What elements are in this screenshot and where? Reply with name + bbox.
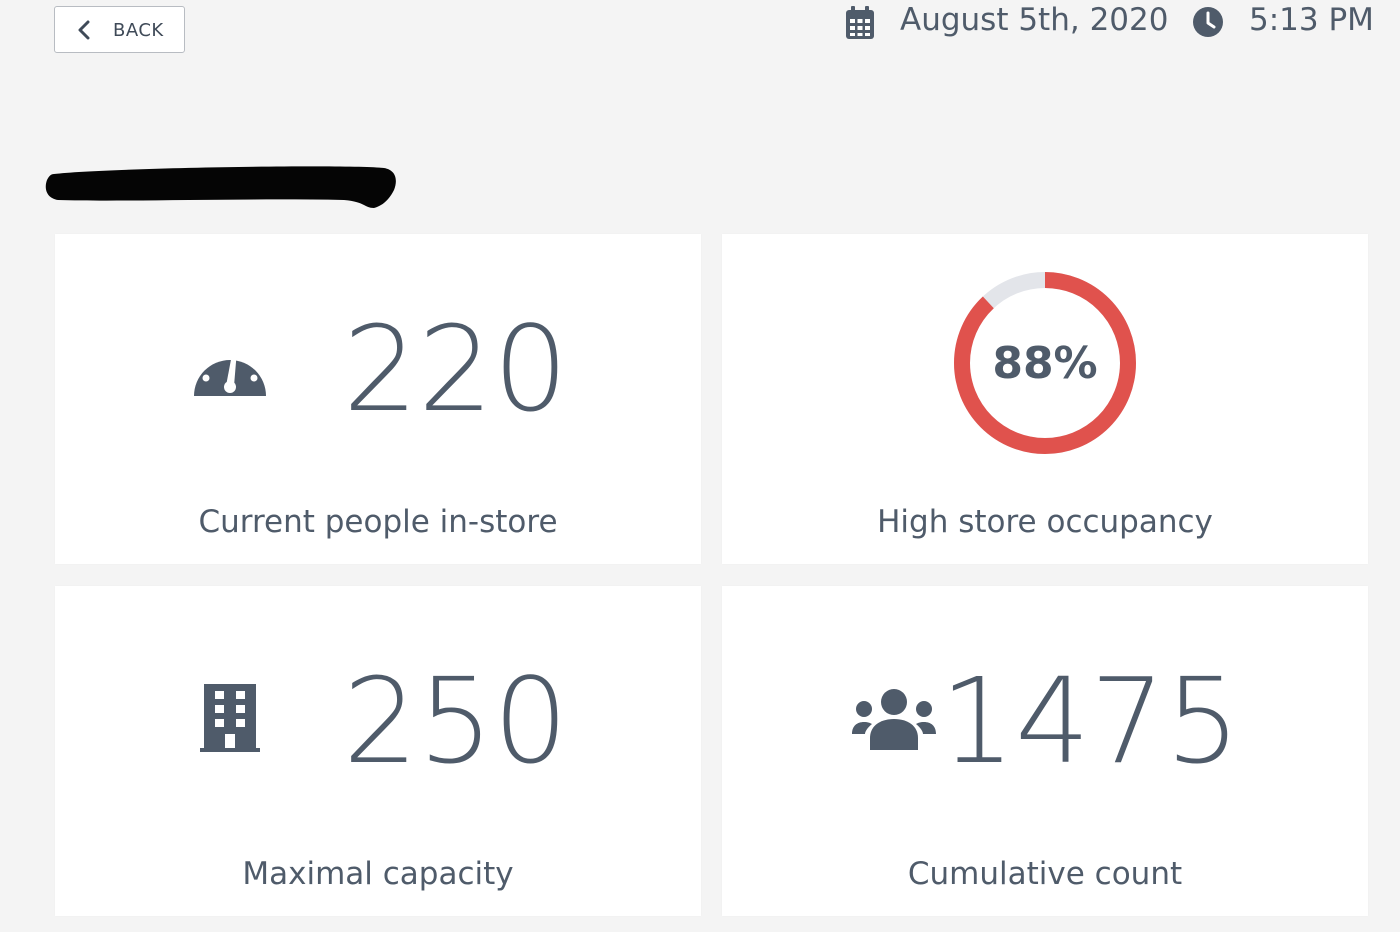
occupancy-card: 88% High store occupancy [722, 234, 1368, 564]
cumulative-value: 1475 [940, 652, 1241, 790]
calendar-icon [846, 6, 874, 39]
max-capacity-label: Maximal capacity [242, 856, 514, 892]
occupancy-percent: 88% [992, 338, 1098, 389]
redacted-store-name [45, 166, 396, 208]
speedometer-icon [194, 346, 266, 396]
current-date: August 5th, 2020 [900, 2, 1169, 38]
users-icon [852, 689, 936, 750]
max-capacity-card: 250 Maximal capacity [55, 586, 701, 916]
current-time: 5:13 PM [1249, 2, 1374, 38]
occupancy-label: High store occupancy [877, 504, 1213, 540]
cumulative-card: 1475 Cumulative count [722, 586, 1368, 916]
building-icon [200, 684, 260, 752]
cumulative-label: Cumulative count [907, 856, 1183, 892]
back-button-label: BACK [113, 20, 164, 41]
max-capacity-value: 250 [343, 652, 569, 790]
clock-icon [1193, 7, 1223, 37]
current-people-label: Current people in-store [198, 504, 558, 540]
current-people-value: 220 [343, 300, 569, 438]
back-button[interactable]: BACK [54, 6, 185, 53]
current-people-card: 220 Current people in-store [55, 234, 701, 564]
chevron-left-icon [78, 20, 90, 40]
